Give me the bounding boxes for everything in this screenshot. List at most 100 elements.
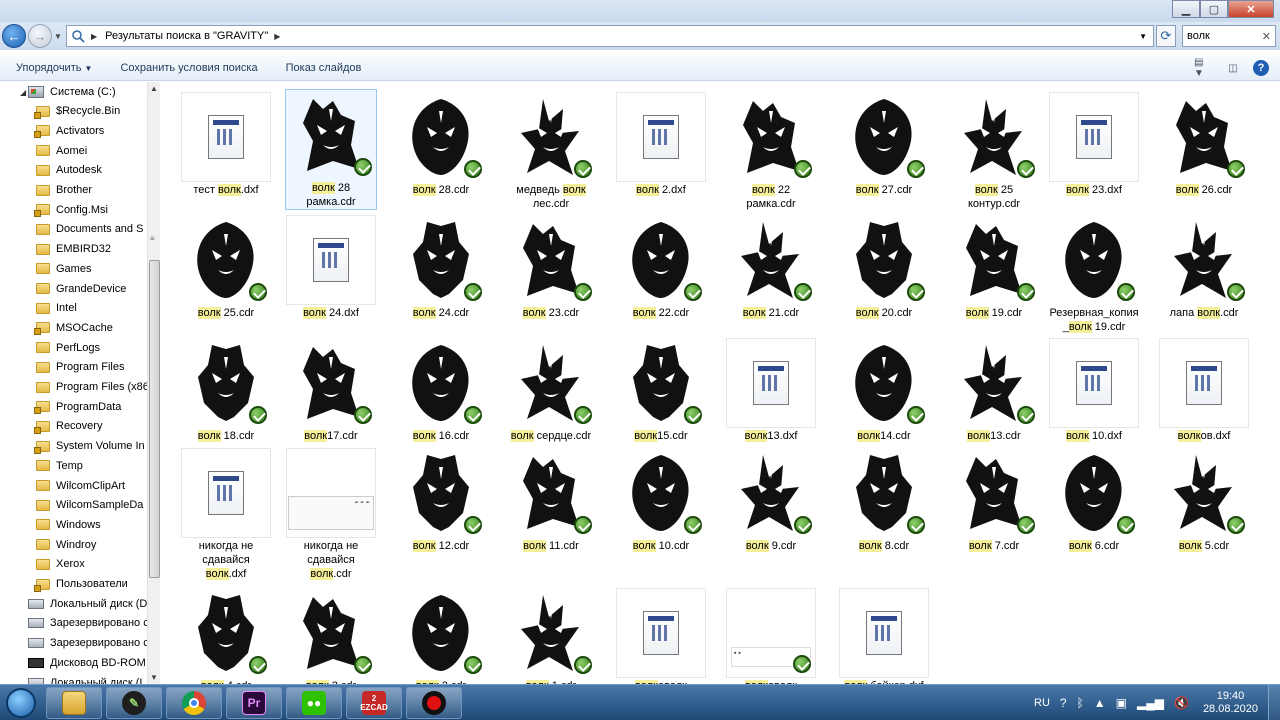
- breadcrumb-search-results[interactable]: Результаты поиска в "GRAVITY": [105, 30, 268, 42]
- file-item[interactable]: волк 6.cdr: [1049, 448, 1139, 553]
- tree-item-folder[interactable]: GrandeDevice: [0, 279, 148, 298]
- tree-item-folder[interactable]: Autodesk: [0, 161, 148, 180]
- help-tray-icon[interactable]: ?: [1060, 696, 1067, 710]
- file-item[interactable]: волк 2.cdr: [396, 588, 486, 684]
- breadcrumb-separator-icon[interactable]: ▶: [91, 32, 97, 41]
- tree-item-folder[interactable]: Intel: [0, 299, 148, 318]
- file-item[interactable]: волк 24.dxf: [286, 215, 376, 320]
- tree-item-folder[interactable]: Recovery: [0, 417, 148, 436]
- file-item[interactable]: волковолк: [616, 588, 706, 684]
- tree-item-folder[interactable]: Windows: [0, 515, 148, 534]
- taskbar-ezcad[interactable]: 2 EZCAD: [346, 686, 402, 719]
- taskbar-premiere[interactable]: Pr: [226, 686, 282, 719]
- slideshow-button[interactable]: Показ слайдов: [286, 62, 362, 74]
- file-item[interactable]: волк14.cdr: [839, 338, 929, 443]
- network-icon[interactable]: ▂▄▆: [1137, 696, 1164, 710]
- file-item[interactable]: ▪ ▪волковолк: [726, 588, 816, 684]
- file-item[interactable]: волк 1.cdr: [506, 588, 596, 684]
- tree-item-folder[interactable]: Aomei: [0, 141, 148, 160]
- show-desktop-button[interactable]: [1268, 685, 1280, 720]
- tree-item-folder[interactable]: ProgramData: [0, 397, 148, 416]
- file-item[interactable]: волк 24.cdr: [396, 215, 486, 320]
- tree-item-folder[interactable]: Temp: [0, 456, 148, 475]
- taskbar-wilcom[interactable]: ✎: [106, 686, 162, 719]
- tree-item-folder[interactable]: PerfLogs: [0, 338, 148, 357]
- tree-item-folder[interactable]: $Recycle.Bin: [0, 102, 148, 121]
- tree-item-folder[interactable]: Windroy: [0, 535, 148, 554]
- tree-item-drive[interactable]: Локальный диск (I: [0, 673, 148, 684]
- organize-button[interactable]: Упорядочить ▼: [16, 62, 92, 74]
- file-item[interactable]: волк 12.cdr: [396, 448, 486, 553]
- file-item[interactable]: волк 9.cdr: [726, 448, 816, 553]
- breadcrumb-separator-icon[interactable]: ▶: [274, 32, 280, 41]
- tree-item-folder[interactable]: System Volume In: [0, 437, 148, 456]
- scroll-down-arrow-icon[interactable]: ▼: [150, 673, 158, 682]
- file-item[interactable]: волк 8.cdr: [839, 448, 929, 553]
- tree-item-folder[interactable]: Xerox: [0, 555, 148, 574]
- file-item[interactable]: волк 21.cdr: [726, 215, 816, 320]
- file-item[interactable]: волк 4.cdr: [181, 588, 271, 684]
- clear-search-icon[interactable]: ✕: [1262, 30, 1271, 43]
- minimize-button[interactable]: ▁: [1172, 0, 1200, 18]
- tree-item-folder[interactable]: MSOCache: [0, 318, 148, 337]
- change-view-icon[interactable]: ▤ ▼: [1194, 57, 1216, 79]
- file-item[interactable]: волк13.dxf: [726, 338, 816, 443]
- taskbar-chrome[interactable]: [166, 686, 222, 719]
- file-item[interactable]: волк 26.cdr: [1159, 92, 1249, 197]
- file-item[interactable]: волк 25.cdr: [181, 215, 271, 320]
- file-item[interactable]: волк 28 рамка.cdr: [285, 89, 377, 210]
- scroll-up-arrow-icon[interactable]: ▲: [150, 84, 158, 93]
- file-item[interactable]: волк 19.cdr: [949, 215, 1039, 320]
- language-indicator[interactable]: RU: [1034, 697, 1050, 709]
- file-item[interactable]: волк 16.cdr: [396, 338, 486, 443]
- file-item[interactable]: ✒ ✒ ✒ никогда не сдавайся волк.cdr: [286, 448, 376, 581]
- file-item[interactable]: волк 10.dxf: [1049, 338, 1139, 443]
- taskbar-recorder[interactable]: [406, 686, 462, 719]
- show-hidden-icons[interactable]: ▲: [1094, 696, 1106, 710]
- file-item[interactable]: волк 5.cdr: [1159, 448, 1249, 553]
- file-item[interactable]: волк 22 рамка.cdr: [726, 92, 816, 211]
- tree-item-folder[interactable]: WilcomClipArt: [0, 476, 148, 495]
- tree-item-drive[interactable]: Локальный диск (D: [0, 594, 148, 613]
- file-item[interactable]: волк 11.cdr: [506, 448, 596, 553]
- taskbar-wechat[interactable]: ●●: [286, 686, 342, 719]
- file-item[interactable]: волк15.cdr: [616, 338, 706, 443]
- file-item[interactable]: волк13.cdr: [949, 338, 1039, 443]
- tree-item-drive[interactable]: Зарезервировано с: [0, 634, 148, 653]
- address-dropdown-icon[interactable]: ▼: [1139, 32, 1147, 41]
- help-button[interactable]: ?: [1250, 58, 1272, 78]
- start-button[interactable]: [0, 686, 42, 720]
- recent-pages-dropdown[interactable]: ▼: [54, 32, 62, 41]
- refresh-button[interactable]: ⟳: [1156, 25, 1176, 47]
- back-button[interactable]: ←: [2, 24, 26, 48]
- tree-item-drive[interactable]: Зарезервировано с: [0, 614, 148, 633]
- preview-pane-icon[interactable]: ◫: [1222, 58, 1244, 78]
- address-bar[interactable]: ▶ Результаты поиска в "GRAVITY" ▶ ▼: [66, 25, 1154, 47]
- file-item[interactable]: волк 25 контур.cdr: [949, 92, 1039, 211]
- tree-item-folder[interactable]: Program Files (x86: [0, 378, 148, 397]
- file-item[interactable]: волк 2.dxf: [616, 92, 706, 197]
- maximize-button[interactable]: ▢: [1200, 0, 1228, 18]
- clock[interactable]: 19:40 28.08.2020: [1203, 690, 1258, 716]
- tree-item-drive[interactable]: Дисковод BD-ROM: [0, 653, 148, 672]
- tree-item-folder[interactable]: Config.Msi: [0, 200, 148, 219]
- tree-item-folder[interactable]: WilcomSampleDa: [0, 496, 148, 515]
- file-item[interactable]: волк 23.dxf: [1049, 92, 1139, 197]
- tree-item-folder[interactable]: Пользователи: [0, 575, 148, 594]
- close-button[interactable]: ✕: [1228, 0, 1274, 18]
- file-item[interactable]: волк 3.cdr: [286, 588, 376, 684]
- file-item[interactable]: волк 7.cdr: [949, 448, 1039, 553]
- save-search-button[interactable]: Сохранить условия поиска: [120, 62, 257, 74]
- file-item[interactable]: тест волк.dxf: [181, 92, 271, 197]
- search-input[interactable]: волк ✕: [1182, 25, 1276, 47]
- file-item[interactable]: волк 22.cdr: [616, 215, 706, 320]
- file-item[interactable]: никогда не сдавайся волк.dxf: [181, 448, 271, 581]
- tree-item-folder[interactable]: Brother: [0, 181, 148, 200]
- tree-item-system-drive[interactable]: Система (C:): [0, 82, 148, 101]
- tree-item-folder[interactable]: Documents and S: [0, 220, 148, 239]
- file-item[interactable]: волк 23.cdr: [506, 215, 596, 320]
- tree-item-folder[interactable]: Games: [0, 259, 148, 278]
- file-item[interactable]: волков.dxf: [1159, 338, 1249, 443]
- taskbar-explorer[interactable]: [46, 686, 102, 719]
- volume-muted-icon[interactable]: 🔇: [1174, 696, 1189, 710]
